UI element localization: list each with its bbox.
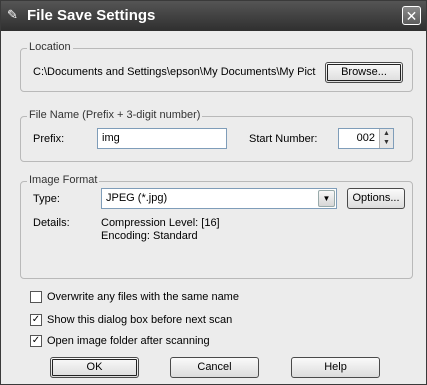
location-group: Location C:\Documents and Settings\epson… <box>20 41 413 92</box>
show-dialog-checkbox-label[interactable]: Show this dialog box before next scan <box>47 314 232 326</box>
ok-button-label: OK <box>86 361 103 373</box>
details-label: Details: <box>33 217 70 229</box>
show-dialog-checkbox[interactable]: ✓ <box>30 314 42 326</box>
scanner-icon: ✎ <box>7 7 18 22</box>
open-folder-checkbox[interactable]: ✓ <box>30 335 42 347</box>
checkmark-icon: ✓ <box>31 335 41 346</box>
chevron-down-icon[interactable]: ▼ <box>318 190 335 207</box>
overwrite-checkbox-label[interactable]: Overwrite any files with the same name <box>47 291 239 303</box>
help-button[interactable]: Help <box>291 357 380 378</box>
start-number-label: Start Number: <box>249 133 318 145</box>
location-path: C:\Documents and Settings\epson\My Docum… <box>33 66 316 78</box>
browse-button-label: Browse... <box>341 66 387 78</box>
cancel-button[interactable]: Cancel <box>170 357 259 378</box>
type-label: Type: <box>33 193 60 205</box>
file-save-settings-dialog: ✎ File Save Settings ✕ Location C:\Docum… <box>0 0 427 385</box>
close-button[interactable]: ✕ <box>402 6 421 25</box>
image-format-group-label: Image Format <box>27 174 100 186</box>
title-bar[interactable]: ✎ File Save Settings ✕ <box>1 1 426 31</box>
start-number-value: 002 <box>356 132 375 144</box>
options-button-label: Options... <box>352 192 400 204</box>
image-format-group: Image Format Type: JPEG (*.jpg) ▼ Option… <box>20 174 413 279</box>
prefix-label: Prefix: <box>33 133 65 145</box>
type-select[interactable]: JPEG (*.jpg) ▼ <box>101 188 337 209</box>
filename-group: File Name (Prefix + 3-digit number) Pref… <box>20 109 413 162</box>
open-folder-checkbox-label[interactable]: Open image folder after scanning <box>47 335 210 347</box>
options-button[interactable]: Options... <box>347 188 405 209</box>
start-number-input[interactable]: 002 ▲ ▼ <box>338 128 394 149</box>
ok-button[interactable]: OK <box>50 357 139 378</box>
start-number-stepper[interactable]: ▲ ▼ <box>379 129 393 148</box>
type-select-value: JPEG (*.jpg) <box>106 192 168 204</box>
checkmark-icon: ✓ <box>31 314 41 325</box>
filename-group-label: File Name (Prefix + 3-digit number) <box>27 109 203 121</box>
overwrite-checkbox[interactable] <box>30 291 42 303</box>
cancel-button-label: Cancel <box>197 361 232 373</box>
compression-level: Compression Level: [16] <box>101 217 220 229</box>
stepper-up-icon[interactable]: ▲ <box>380 129 393 138</box>
prefix-input[interactable]: img <box>97 128 227 149</box>
encoding-detail: Encoding: Standard <box>101 230 198 242</box>
browse-button[interactable]: Browse... <box>325 62 403 83</box>
stepper-down-icon[interactable]: ▼ <box>380 138 393 147</box>
help-button-label: Help <box>324 361 347 373</box>
window-title: File Save Settings <box>27 7 156 24</box>
location-group-label: Location <box>27 41 73 53</box>
